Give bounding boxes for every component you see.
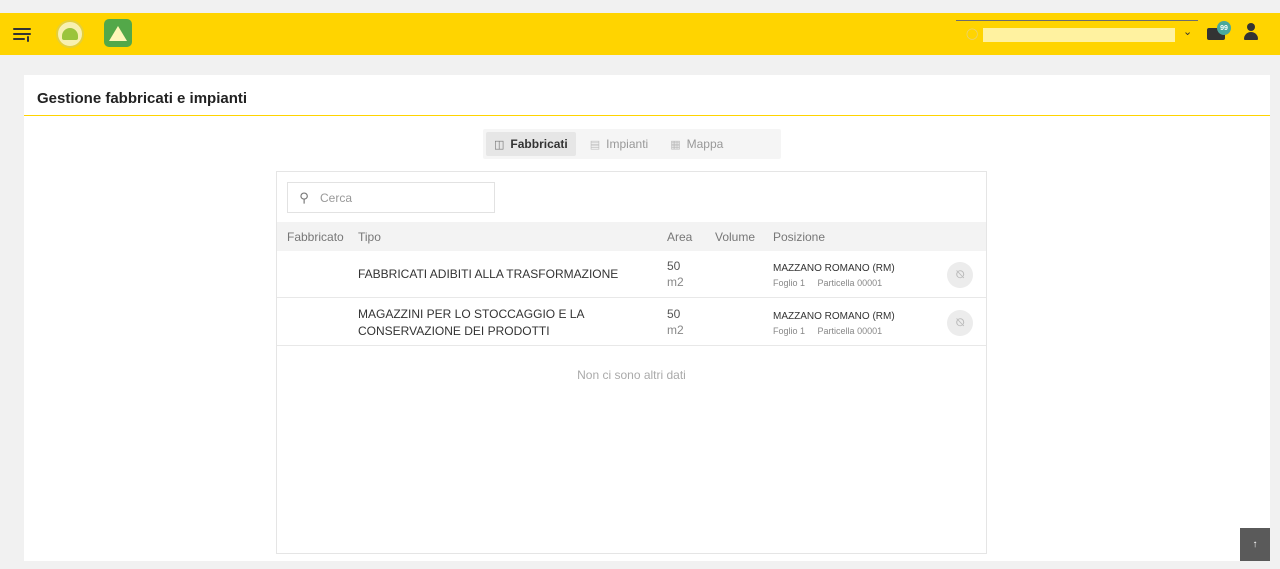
- notifications-badge: 99: [1217, 21, 1231, 35]
- column-header-tipo[interactable]: Tipo: [358, 230, 381, 244]
- tab-mappa[interactable]: ▦ Mappa: [662, 132, 731, 156]
- posizione-comune: MAZZANO ROMANO (RM): [773, 263, 895, 274]
- posizione-particella: Particella 00001: [817, 278, 883, 288]
- area-value: 50: [667, 307, 681, 321]
- location-off-button[interactable]: ⦰: [947, 262, 973, 288]
- location-off-button[interactable]: ⦰: [947, 310, 973, 336]
- posizione-foglio: Foglio 1: [773, 278, 806, 288]
- location-off-icon: ⦰: [955, 316, 965, 329]
- main-card: Gestione fabbricati e impianti ◫ Fabbric…: [24, 75, 1270, 561]
- tab-label: Fabbricati: [510, 137, 568, 151]
- chevron-down-icon[interactable]: ⌄: [1183, 25, 1192, 38]
- arrow-up-icon: ↑: [1252, 539, 1258, 550]
- cell-tipo: FABBRICATI ADIBITI ALLA TRASFORMAZIONE: [358, 267, 619, 281]
- area-value: 50: [667, 259, 681, 273]
- tab-label: Mappa: [686, 137, 724, 151]
- posizione-comune: MAZZANO ROMANO (RM): [773, 311, 895, 322]
- app-logo-primary[interactable]: [56, 20, 84, 48]
- fabbricati-panel: ⚲ Fabbricato Tipo Area Volume Posizione …: [276, 171, 987, 554]
- column-header-fabbricato[interactable]: Fabbricato: [287, 230, 344, 244]
- building-icon: ◫: [494, 138, 505, 151]
- tab-label: Impianti: [606, 137, 649, 151]
- title-divider: [24, 115, 1270, 116]
- top-bar: ◯ ⌄ 99: [0, 13, 1280, 55]
- folder-icon: ▤: [589, 138, 601, 151]
- cell-area: 50 m2: [667, 258, 684, 290]
- cell-tipo: MAGAZZINI PER LO STOCCAGGIO E LA CONSERV…: [358, 307, 584, 338]
- scroll-to-top-button[interactable]: ↑: [1240, 528, 1270, 561]
- user-select-dropdown[interactable]: ◯ ⌄: [956, 20, 1198, 46]
- posizione-foglio: Foglio 1: [773, 326, 806, 336]
- table-header: Fabbricato Tipo Area Volume Posizione: [277, 222, 986, 251]
- area-unit: m2: [667, 323, 684, 337]
- search-box: ⚲: [287, 182, 495, 213]
- search-icon: ⚲: [299, 189, 309, 205]
- cell-posizione: MAZZANO ROMANO (RM) Foglio 1 Particella …: [773, 310, 895, 338]
- search-input[interactable]: [320, 190, 480, 205]
- posizione-particella: Particella 00001: [817, 326, 883, 336]
- cell-area: 50 m2: [667, 306, 684, 338]
- user-select-value: [983, 28, 1175, 42]
- column-header-posizione[interactable]: Posizione: [773, 230, 825, 244]
- table-row[interactable]: FABBRICATI ADIBITI ALLA TRASFORMAZIONE 5…: [277, 251, 986, 298]
- tab-fabbricati[interactable]: ◫ Fabbricati: [486, 132, 576, 156]
- hamburger-menu-icon[interactable]: [13, 26, 31, 42]
- map-icon: ▦: [670, 138, 681, 151]
- table-row[interactable]: MAGAZZINI PER LO STOCCAGGIO E LA CONSERV…: [277, 299, 986, 346]
- column-header-volume[interactable]: Volume: [715, 230, 755, 244]
- column-header-area[interactable]: Area: [667, 230, 692, 244]
- page-title: Gestione fabbricati e impianti: [37, 90, 248, 107]
- tab-impianti[interactable]: ▤ Impianti: [582, 132, 656, 156]
- empty-message: Non ci sono altri dati: [577, 368, 686, 382]
- messages-button[interactable]: 99: [1207, 21, 1231, 41]
- area-unit: m2: [667, 275, 684, 289]
- user-outline-icon: ◯: [966, 28, 979, 40]
- cell-posizione: MAZZANO ROMANO (RM) Foglio 1 Particella …: [773, 262, 895, 290]
- tab-bar: ◫ Fabbricati ▤ Impianti ▦ Mappa: [483, 129, 781, 159]
- location-off-icon: ⦰: [955, 268, 965, 281]
- app-logo-secondary[interactable]: [104, 19, 132, 47]
- user-profile-icon[interactable]: [1243, 23, 1259, 43]
